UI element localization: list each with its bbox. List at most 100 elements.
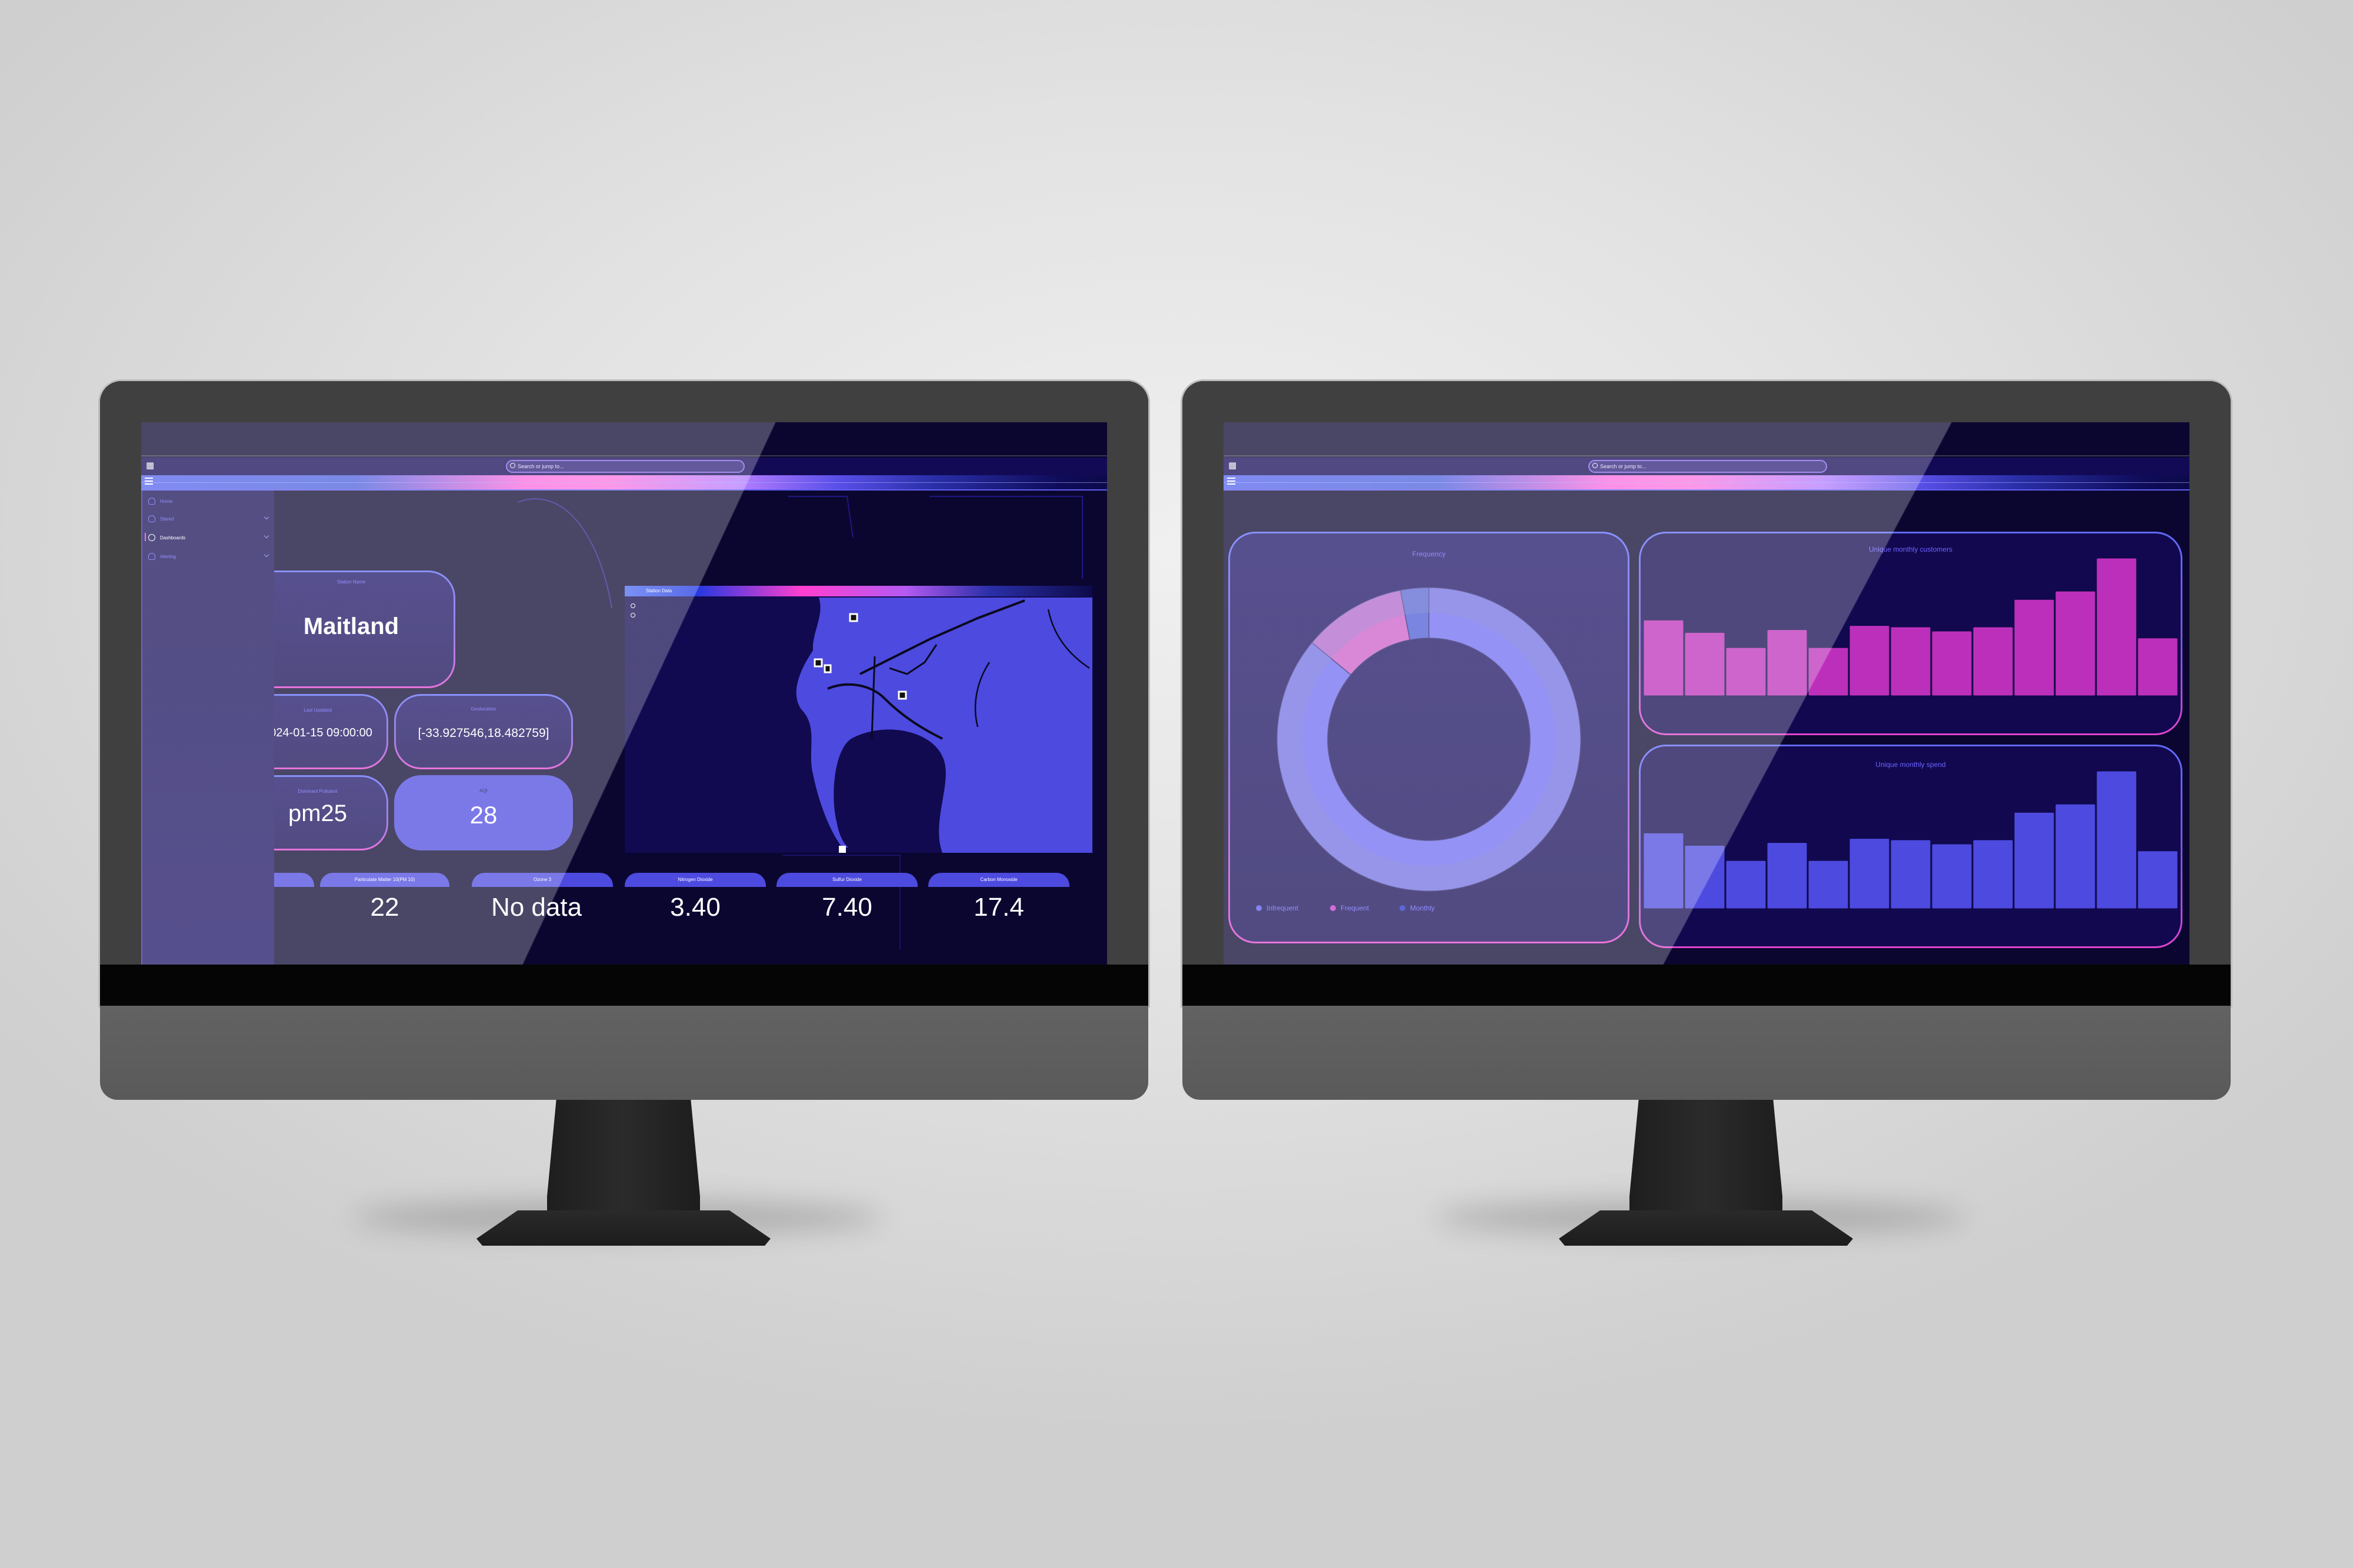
aqi-value: 28: [469, 801, 498, 829]
monitor-chin: [1182, 1006, 2231, 1100]
elephant-logo-icon[interactable]: ▦: [146, 461, 156, 471]
customers-bar-9[interactable]: [1972, 626, 2014, 696]
station-name-value: Maitland: [303, 613, 399, 639]
spend-bar-1[interactable]: [1643, 832, 1684, 909]
sidebar-item-home[interactable]: Home: [148, 495, 269, 507]
search-input[interactable]: Search or jump to...: [1588, 460, 1827, 473]
frequency-donut-chart[interactable]: [1230, 533, 1628, 942]
station-map[interactable]: Station Data: [625, 586, 1092, 853]
customers-bar-3[interactable]: [1725, 647, 1767, 696]
customers-bar-7[interactable]: [1890, 626, 1931, 696]
pollutant-value-pm10: 22: [370, 893, 399, 922]
app-header: ▦ Search or jump to...: [141, 458, 1107, 475]
legend-dot: [1330, 905, 1336, 911]
spend-bar-13[interactable]: [2137, 850, 2178, 909]
customers-bar-6[interactable]: [1849, 625, 1890, 696]
legend-monthly[interactable]: Monthly: [1399, 904, 1435, 912]
legend-dot: [1256, 905, 1262, 911]
right-screen: ▦ Search or jump to... Frequency Infrequ…: [1224, 422, 2189, 965]
pollutant-pill-so2: Sulfur Dioxide: [776, 873, 918, 887]
spend-bar-12[interactable]: [2096, 770, 2137, 909]
browser-top-strip: [141, 422, 1107, 456]
home-icon: [148, 498, 155, 505]
right-monitor: ▦ Search or jump to... Frequency Infrequ…: [1182, 381, 2231, 1246]
spend-bar-8[interactable]: [1931, 843, 1972, 909]
station-marker[interactable]: [824, 664, 832, 673]
monitor-stand-foot: [476, 1210, 771, 1246]
customers-bar-2[interactable]: [1684, 632, 1725, 696]
sidebar-item-alerting[interactable]: Alerting: [148, 551, 269, 562]
geolocation-value: [-33.927546,18.482759]: [418, 726, 549, 740]
spend-bar-2[interactable]: [1684, 845, 1725, 909]
spend-bar-3[interactable]: [1725, 860, 1767, 909]
spend-bar-4[interactable]: [1767, 842, 1808, 909]
search-icon: [1592, 463, 1598, 468]
customers-bar-10[interactable]: [2014, 599, 2055, 696]
sidebar-item-stared[interactable]: Stared: [148, 513, 269, 525]
pollutant-value-ozone: No data: [491, 893, 582, 922]
station-marker[interactable]: [814, 658, 823, 668]
pollutant-pill-ozone: Ozone 3: [472, 873, 613, 887]
spend-bar-5[interactable]: [1808, 860, 1849, 909]
pollutant-pill-no2: Nitrogen Dioxide: [625, 873, 766, 887]
unique-monthly-customers-card: Unique monthly customers: [1639, 532, 2182, 735]
monitor-stand-neck: [547, 1100, 700, 1223]
sidebar: Home Stared Dashboards Alerting: [141, 491, 274, 965]
aqi-card: AQI 28: [394, 775, 573, 850]
monitor-stand-foot: [1559, 1210, 1853, 1246]
browser-top-strip: [1224, 422, 2189, 456]
donut-inner-ring: [1277, 588, 1581, 891]
left-screen: ▦ Search or jump to... Home Stared Dashb…: [141, 422, 1107, 965]
customers-bar-1[interactable]: [1643, 619, 1684, 696]
pollutant-pill-pm10: Particulate Matter 10(PM 10): [320, 873, 449, 887]
monitor-stand-neck: [1629, 1100, 1782, 1223]
elephant-logo-icon[interactable]: ▦: [1228, 461, 1239, 471]
star-icon: [148, 515, 155, 522]
station-marker[interactable]: [839, 846, 846, 853]
frequency-card: Frequency Infrequent Frequent Monthly: [1228, 532, 1629, 943]
customers-bar-11[interactable]: [2055, 590, 2096, 696]
customers-bar-12[interactable]: [2096, 558, 2137, 696]
app-header: ▦ Search or jump to...: [1224, 458, 2189, 475]
active-indicator: [145, 533, 146, 541]
spend-bar-6[interactable]: [1849, 838, 1890, 909]
sidebar-item-dashboards[interactable]: Dashboards: [145, 532, 269, 543]
spend-bar-9[interactable]: [1972, 839, 2014, 909]
hamburger-icon[interactable]: [145, 478, 153, 486]
left-monitor: ▦ Search or jump to... Home Stared Dashb…: [100, 381, 1148, 1246]
geolocation-label: Geolocation: [471, 706, 496, 712]
pollutant-value-co: 17.4: [974, 893, 1024, 922]
monitor-chin: [100, 1006, 1148, 1100]
customers-bar-13[interactable]: [2137, 638, 2178, 696]
aqi-label: AQI: [479, 788, 488, 793]
legend-frequent[interactable]: Frequent: [1330, 904, 1369, 912]
pollutant-pill-co: Carbon Monoxide: [928, 873, 1069, 887]
customers-bar-4[interactable]: [1767, 629, 1808, 696]
spend-bar-7[interactable]: [1890, 839, 1931, 909]
chevron-down-icon[interactable]: [264, 514, 269, 520]
land-shape: [796, 598, 1092, 853]
bell-icon: [148, 553, 155, 560]
pollutant-value-so2: 7.40: [822, 893, 872, 922]
spend-bar-10[interactable]: [2014, 812, 2055, 909]
station-name-label: Station Name: [336, 579, 366, 585]
gradient-toolbar: [141, 475, 1107, 491]
chevron-down-icon[interactable]: [264, 533, 269, 539]
station-marker[interactable]: [898, 690, 907, 700]
customers-bar-8[interactable]: [1931, 630, 1972, 696]
spend-bar-chart[interactable]: [1641, 746, 2181, 946]
geolocation-card: Geolocation [-33.927546,18.482759]: [394, 694, 573, 769]
customers-bar-5[interactable]: [1808, 647, 1849, 696]
chevron-down-icon[interactable]: [264, 552, 269, 558]
legend-infrequent[interactable]: Infrequent: [1256, 904, 1298, 912]
station-marker[interactable]: [849, 613, 858, 622]
gradient-toolbar: [1224, 475, 2189, 491]
search-input[interactable]: Search or jump to...: [506, 460, 745, 473]
unique-monthly-spend-card: Unique monthly spend: [1639, 745, 2182, 948]
legend-dot: [1399, 905, 1405, 911]
spend-bar-11[interactable]: [2055, 803, 2096, 909]
hamburger-icon[interactable]: [1227, 478, 1235, 486]
pollutant-value-no2: 3.40: [670, 893, 721, 922]
customers-bar-chart[interactable]: [1641, 533, 2181, 733]
map-canvas[interactable]: [625, 586, 1092, 853]
